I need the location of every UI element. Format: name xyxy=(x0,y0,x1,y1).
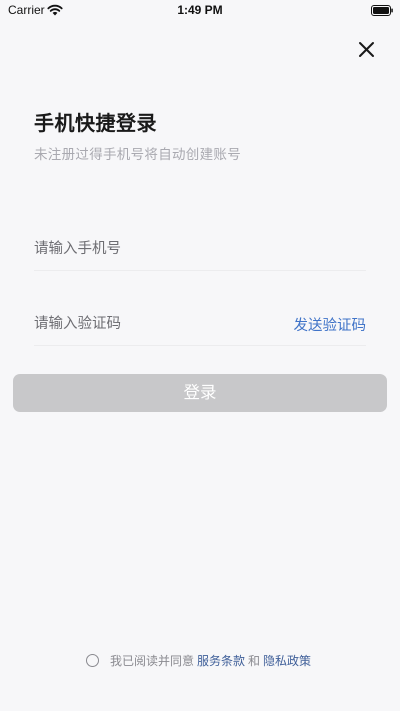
agreement-radio[interactable] xyxy=(85,653,99,667)
page-title: 手机快捷登录 xyxy=(34,111,157,135)
phone-input[interactable] xyxy=(34,230,254,268)
agreement-and: 和 xyxy=(248,653,261,668)
status-bar: Carrier 1:49 PM xyxy=(0,0,400,22)
login-button[interactable]: 登录 xyxy=(13,374,387,412)
page-subtitle: 未注册过得手机号将自动创建账号 xyxy=(34,147,241,163)
terms-of-service-link[interactable]: 服务条款 xyxy=(197,652,245,669)
send-code-button[interactable]: 发送验证码 xyxy=(294,314,367,335)
code-field-row: 发送验证码 xyxy=(34,305,366,346)
status-time: 1:49 PM xyxy=(177,3,223,17)
close-icon xyxy=(359,42,374,57)
verification-code-input[interactable] xyxy=(34,305,254,343)
agreement-row: 我已阅读并同意 服务条款 和 隐私政策 xyxy=(0,650,400,670)
agreement-prefix: 我已阅读并同意 xyxy=(109,653,194,668)
battery-icon xyxy=(371,5,393,16)
phone-field-row xyxy=(34,230,366,271)
privacy-policy-link[interactable]: 隐私政策 xyxy=(263,652,311,669)
close-button[interactable] xyxy=(352,36,380,64)
